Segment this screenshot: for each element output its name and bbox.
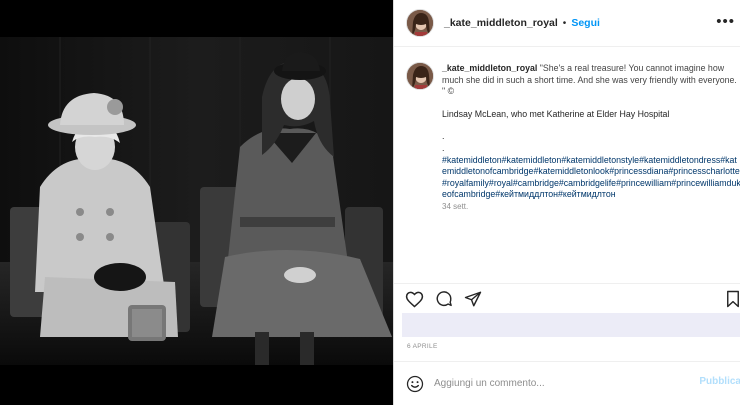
caption-avatar[interactable] <box>406 62 434 90</box>
comment-icon[interactable] <box>435 290 453 313</box>
separator-dot: • <box>562 17 567 29</box>
post-username[interactable]: _kate_middleton_royal <box>444 17 558 29</box>
caption-dot: . <box>442 142 445 153</box>
avatar[interactable] <box>406 9 434 37</box>
caption-text: _kate_middleton_royal "She's a real trea… <box>442 63 740 213</box>
publish-button[interactable]: Pubblica <box>699 376 740 387</box>
caption-hashtags[interactable]: #katemiddleton#katemiddleton#katemiddlet… <box>442 155 740 201</box>
post-date: 6 APRILE <box>407 343 438 350</box>
action-bar <box>394 283 740 313</box>
likes-placeholder-bar <box>402 313 740 337</box>
avatar-image <box>407 63 433 89</box>
emoji-icon[interactable] <box>406 375 424 393</box>
caption-attribution: Lindsay McLean, who met Katherine at Eld… <box>442 108 670 119</box>
caption-timestamp: 34 sett. <box>442 201 469 211</box>
more-icon[interactable]: ••• <box>716 13 735 30</box>
follow-button[interactable]: Segui <box>571 17 600 29</box>
post-panel: _kate_middleton_royal • Segui ••• _kate_… <box>393 0 740 405</box>
post-header: _kate_middleton_royal • Segui ••• <box>394 0 740 47</box>
caption-section: _kate_middleton_royal "She's a real trea… <box>394 55 740 283</box>
comment-form: Pubblica <box>394 361 740 405</box>
post-image <box>0 37 393 365</box>
comment-input[interactable] <box>434 378 694 389</box>
bookmark-icon[interactable] <box>725 290 740 313</box>
avatar-image <box>407 10 433 36</box>
post-photo[interactable] <box>0 37 393 365</box>
caption-username[interactable]: _kate_middleton_royal <box>442 63 537 73</box>
paper-plane-icon[interactable] <box>464 290 482 313</box>
caption-dot: . <box>442 131 445 142</box>
heart-icon[interactable] <box>405 290 424 313</box>
